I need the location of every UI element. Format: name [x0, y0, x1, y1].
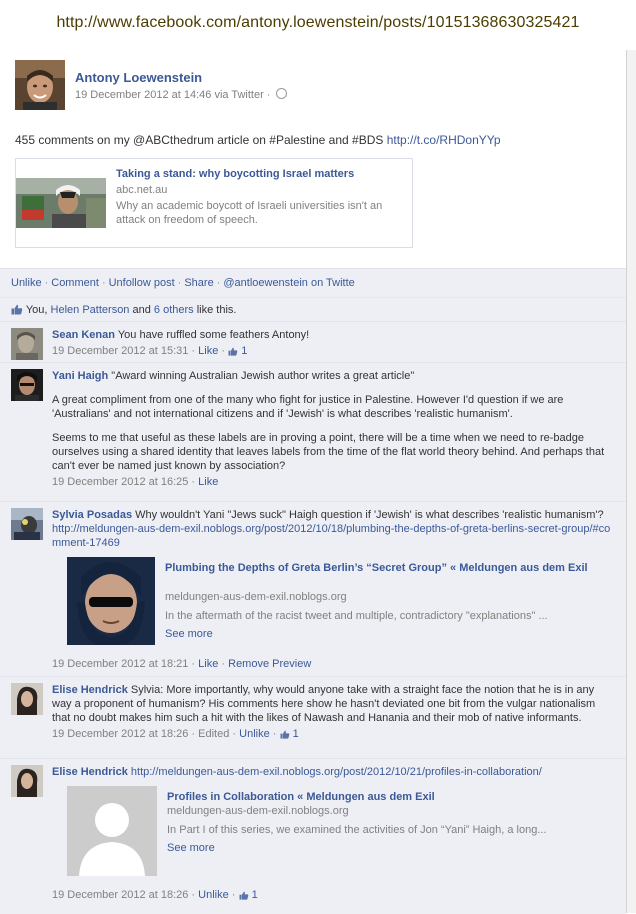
- likes-others-link[interactable]: 6 others: [154, 304, 194, 316]
- commenter-name[interactable]: Yani Haigh: [52, 370, 108, 382]
- commenter-name[interactable]: Elise Hendrick: [52, 684, 128, 696]
- shared-link-description: Why an academic boycott of Israeli unive…: [116, 200, 383, 226]
- commenter-avatar[interactable]: [11, 765, 43, 797]
- comment-item: Sean Kenan You have ruffled some feather…: [0, 321, 626, 362]
- comment-link[interactable]: http://meldungen-aus-dem-exil.noblogs.or…: [52, 523, 610, 549]
- link-preview-thumbnail[interactable]: [67, 786, 157, 876]
- link-preview-domain: meldungen-aus-dem-exil.noblogs.org: [165, 591, 347, 603]
- post-via: via Twitter ·: [214, 89, 271, 101]
- thumbs-up-icon: [239, 891, 249, 903]
- separator: ·: [216, 277, 221, 289]
- likes-you: You,: [25, 304, 51, 316]
- link-preview-description: In the aftermath of the racist tweet and…: [165, 610, 548, 622]
- commenter-name[interactable]: Sean Kenan: [52, 329, 115, 341]
- link-preview[interactable]: Plumbing the Depths of Greta Berlin’s “S…: [67, 557, 607, 649]
- comment-text: Why wouldn't Yani "Jews suck" Haigh ques…: [132, 509, 604, 521]
- commenter-avatar[interactable]: [11, 328, 43, 360]
- separator: ·: [44, 277, 49, 289]
- comment-paragraph: Seems to me that useful as these labels …: [52, 432, 605, 472]
- commenter-avatar[interactable]: [11, 508, 43, 540]
- link-preview-title[interactable]: Profiles in Collaboration « Meldungen au…: [167, 790, 587, 804]
- liker-link[interactable]: Helen Patterson: [51, 304, 130, 316]
- comment-button[interactable]: Comment: [51, 277, 99, 289]
- shared-link-card[interactable]: Taking a stand: why boycotting Israel ma…: [15, 158, 413, 248]
- like-count[interactable]: 1: [252, 889, 258, 901]
- separator: ·: [177, 277, 182, 289]
- like-button[interactable]: Like: [198, 658, 218, 670]
- link-preview[interactable]: Profiles in Collaboration « Meldungen au…: [67, 786, 607, 878]
- see-more-link[interactable]: See more: [167, 842, 215, 854]
- link-preview-domain: meldungen-aus-dem-exil.noblogs.org: [167, 805, 349, 817]
- facebook-post: Antony Loewenstein 19 December 2012 at 1…: [0, 50, 627, 914]
- shared-link-thumbnail[interactable]: [16, 178, 106, 228]
- post-date[interactable]: 19 December 2012 at 14:46: [75, 89, 211, 101]
- post-meta: 19 December 2012 at 14:46 via Twitter ·: [75, 88, 287, 101]
- comment-date[interactable]: 19 December 2012 at 15:31: [52, 345, 188, 357]
- post-actions-bar: Unlike · Comment · Unfollow post · Share · @antl…: [0, 268, 626, 297]
- comment-item: Elise Hendrick Sylvia: More importantly,…: [0, 676, 626, 758]
- like-count[interactable]: 1: [293, 728, 299, 740]
- shared-link-title[interactable]: Taking a stand: why boycotting Israel ma…: [116, 168, 354, 180]
- comment-link[interactable]: http://meldungen-aus-dem-exil.noblogs.or…: [131, 766, 542, 778]
- unfollow-button[interactable]: Unfollow post: [109, 277, 175, 289]
- commenter-name[interactable]: Sylvia Posadas: [52, 509, 132, 521]
- thumbs-up-icon: [11, 304, 23, 318]
- link-preview-title[interactable]: Plumbing the Depths of Greta Berlin’s “S…: [165, 561, 595, 575]
- like-button[interactable]: Like: [198, 476, 218, 488]
- unlike-button[interactable]: Unlike: [198, 889, 229, 901]
- edited-label: Edited: [198, 728, 230, 740]
- comment-paragraph: A great compliment from one of the many …: [52, 394, 564, 420]
- see-more-link[interactable]: See more: [165, 628, 213, 640]
- globe-icon: [275, 88, 287, 99]
- twitter-link[interactable]: @antloewenstein on Twitte: [223, 277, 354, 289]
- thumbs-up-icon: [228, 346, 238, 360]
- status-text: 455 comments on my @ABCthedrum article o…: [15, 133, 501, 147]
- comment-date[interactable]: 19 December 2012 at 16:25: [52, 476, 188, 488]
- comment-text: Sylvia: More importantly, why would anyo…: [52, 684, 596, 724]
- comment-date[interactable]: 19 December 2012 at 18:26: [52, 889, 188, 901]
- comment-text: "Award winning Australian Jewish author …: [108, 370, 415, 382]
- shared-link-domain: abc.net.au: [116, 184, 168, 196]
- scrollbar[interactable]: [627, 50, 636, 913]
- commenter-name[interactable]: Elise Hendrick: [52, 766, 128, 778]
- thumbs-up-icon: [280, 729, 290, 743]
- link-preview-description: In Part I of this series, we examined th…: [167, 824, 547, 836]
- commenter-avatar[interactable]: [11, 683, 43, 715]
- comment-item: Sylvia Posadas Why wouldn't Yani "Jews s…: [0, 501, 626, 676]
- remove-preview-button[interactable]: Remove Preview: [228, 658, 311, 670]
- comment-item: Yani Haigh "Award winning Australian Jew…: [0, 362, 626, 501]
- unlike-button[interactable]: Unlike: [11, 277, 42, 289]
- separator: ·: [101, 277, 106, 289]
- page-url-caption: http://www.facebook.com/antony.loewenste…: [56, 14, 580, 31]
- comment-date[interactable]: 19 December 2012 at 18:21: [52, 658, 188, 670]
- comment-text: You have ruffled some feathers Antony!: [114, 329, 310, 341]
- likes-and: and: [129, 304, 154, 316]
- likes-suffix: like this.: [193, 304, 237, 316]
- status-link[interactable]: http://t.co/RHDonYYp: [387, 133, 501, 147]
- likes-summary: You, Helen Patterson and 6 others like t…: [0, 297, 626, 322]
- status-message: 455 comments on my @ABCthedrum article o…: [15, 133, 387, 147]
- comment-item: Elise Hendrick http://meldungen-aus-dem-…: [0, 758, 626, 914]
- author-name[interactable]: Antony Loewenstein: [75, 70, 202, 85]
- author-avatar[interactable]: [15, 60, 65, 110]
- unlike-button[interactable]: Unlike: [239, 728, 270, 740]
- like-count[interactable]: 1: [241, 345, 247, 357]
- share-button[interactable]: Share: [184, 277, 213, 289]
- like-button[interactable]: Like: [198, 345, 218, 357]
- link-preview-thumbnail[interactable]: [67, 557, 155, 645]
- commenter-avatar[interactable]: [11, 369, 43, 401]
- comment-date[interactable]: 19 December 2012 at 18:26: [52, 728, 188, 740]
